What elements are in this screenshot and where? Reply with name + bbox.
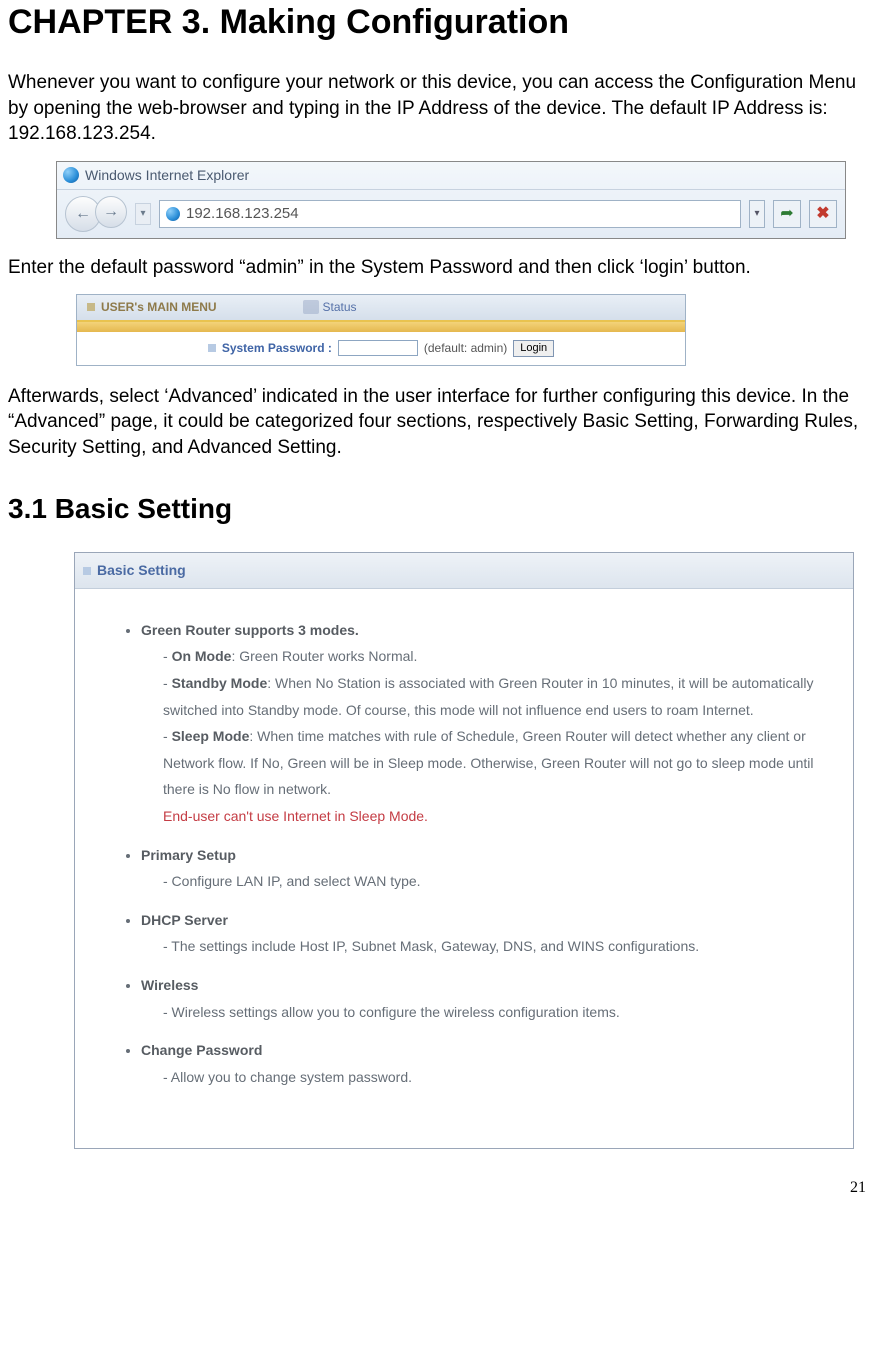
address-bar[interactable]: 192.168.123.254 (159, 200, 741, 228)
ie-screenshot: Windows Internet Explorer ← → ▾ 192.168.… (56, 161, 846, 239)
dhcp-server-text: - The settings include Host IP, Subnet M… (141, 933, 833, 960)
modes-item: Green Router supports 3 modes. - On Mode… (141, 617, 833, 830)
basic-setting-body: Green Router supports 3 modes. - On Mode… (75, 589, 853, 1113)
intro-paragraph-1: Whenever you want to configure your netw… (8, 70, 866, 147)
section-title: 3.1 Basic Setting (8, 490, 866, 528)
ie-logo-icon (63, 167, 79, 183)
address-dropdown-icon[interactable]: ▾ (749, 200, 765, 228)
page-icon (166, 207, 180, 221)
intro-paragraph-3: Afterwards, select ‘Advanced’ indicated … (8, 384, 866, 461)
history-dropdown-icon[interactable]: ▾ (135, 203, 151, 225)
status-tab[interactable]: Status (297, 295, 363, 319)
sleep-mode-warning: End-user can't use Internet in Sleep Mod… (141, 803, 833, 830)
on-mode-text: : Green Router works Normal. (231, 648, 417, 664)
divider-bar (77, 322, 685, 332)
ie-back-forward: ← → (65, 196, 127, 232)
forward-button-icon[interactable]: → (95, 196, 127, 228)
status-icon (303, 300, 319, 314)
on-mode-line: - On Mode: Green Router works Normal. (141, 643, 833, 670)
on-mode-label: On Mode (172, 648, 232, 664)
login-row: System Password : (default: admin) Login (77, 332, 685, 365)
ie-nav-bar: ← → ▾ 192.168.123.254 ▾ ➦ ✖ (57, 190, 845, 238)
standby-mode-line: - Standby Mode: When No Station is assoc… (141, 670, 833, 723)
primary-setup-title: Primary Setup (141, 847, 236, 863)
sleep-mode-line: - Sleep Mode: When time matches with rul… (141, 723, 833, 803)
page-number: 21 (8, 1177, 866, 1199)
login-button[interactable]: Login (513, 340, 554, 357)
chapter-title: CHAPTER 3. Making Configuration (8, 0, 866, 46)
wireless-item: Wireless - Wireless settings allow you t… (141, 972, 833, 1025)
basic-setting-panel: Basic Setting Green Router supports 3 mo… (74, 552, 854, 1149)
system-password-field[interactable] (338, 340, 418, 356)
basic-setting-header: Basic Setting (75, 553, 853, 589)
url-text: 192.168.123.254 (186, 204, 299, 224)
bullet-icon (87, 303, 95, 311)
basic-setting-list: Green Router supports 3 modes. - On Mode… (95, 617, 833, 1091)
go-refresh-button-icon[interactable]: ➦ (773, 200, 801, 228)
intro-paragraph-2: Enter the default password “admin” in th… (8, 255, 866, 281)
basic-setting-header-text: Basic Setting (97, 557, 186, 584)
dhcp-server-title: DHCP Server (141, 912, 228, 928)
change-password-title: Change Password (141, 1042, 262, 1058)
standby-mode-label: Standby Mode (172, 675, 268, 691)
main-menu-text: USER's MAIN MENU (101, 299, 217, 315)
modes-title: Green Router supports 3 modes. (141, 622, 359, 638)
primary-setup-text: - Configure LAN IP, and select WAN type. (141, 868, 833, 895)
change-password-text: - Allow you to change system password. (141, 1064, 833, 1091)
primary-setup-item: Primary Setup - Configure LAN IP, and se… (141, 842, 833, 895)
password-label: System Password : (222, 340, 332, 356)
dhcp-server-item: DHCP Server - The settings include Host … (141, 907, 833, 960)
wireless-text: - Wireless settings allow you to configu… (141, 999, 833, 1026)
login-screenshot: USER's MAIN MENU Status System Password … (76, 294, 686, 365)
login-top-bar: USER's MAIN MENU Status (77, 295, 685, 321)
stop-button-icon[interactable]: ✖ (809, 200, 837, 228)
ie-title-bar: Windows Internet Explorer (57, 162, 845, 190)
change-password-item: Change Password - Allow you to change sy… (141, 1037, 833, 1090)
ie-title-text: Windows Internet Explorer (85, 166, 249, 185)
wireless-title: Wireless (141, 977, 198, 993)
main-menu-label: USER's MAIN MENU (77, 295, 227, 319)
sleep-mode-text: : When time matches with rule of Schedul… (163, 728, 814, 797)
password-default-hint: (default: admin) (424, 340, 507, 356)
bullet-icon (208, 344, 216, 352)
bullet-icon (83, 567, 91, 575)
status-text: Status (323, 299, 357, 315)
sleep-mode-label: Sleep Mode (172, 728, 250, 744)
